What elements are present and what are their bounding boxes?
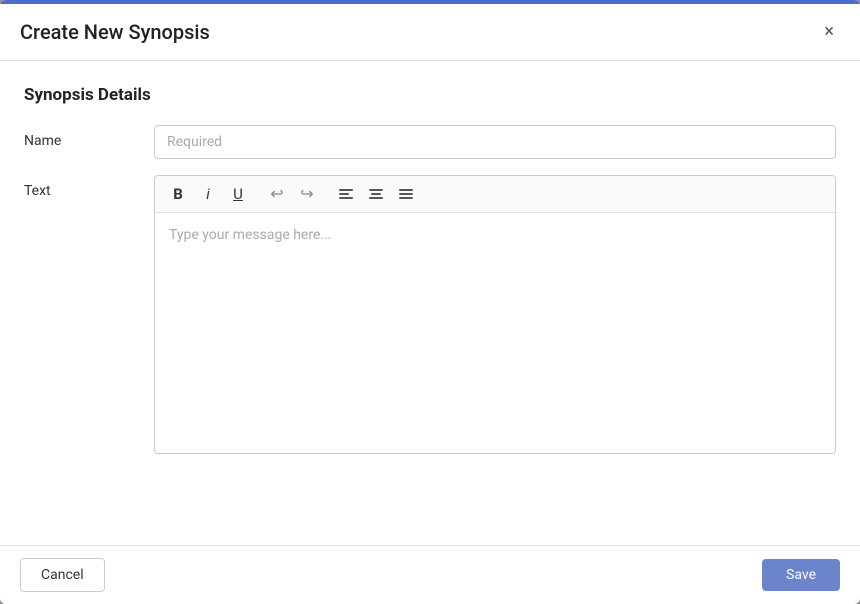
close-button[interactable]: × [818,21,840,43]
name-field-wrap [154,125,836,159]
editor-placeholder: Type your message here... [169,227,331,243]
bold-button[interactable]: B [165,183,191,206]
modal-title: Create New Synopsis [20,20,210,44]
text-label: Text [24,175,154,199]
text-row: Text B i U ↩ ↪ [24,175,836,454]
name-row: Name [24,125,836,159]
save-button[interactable]: Save [762,559,840,591]
rich-editor: B i U ↩ ↪ [154,175,836,454]
italic-button[interactable]: i [195,183,221,206]
section-title: Synopsis Details [24,85,836,105]
cancel-button[interactable]: Cancel [20,558,105,592]
align-justify-icon [399,189,413,199]
align-justify-button[interactable] [393,183,419,205]
modal-body: Synopsis Details Name Text B i [0,61,860,545]
editor-content[interactable]: Type your message here... [155,213,835,453]
align-left-button[interactable] [333,183,359,205]
editor-toolbar: B i U ↩ ↪ [155,176,835,213]
align-left-icon [339,189,353,199]
redo-button[interactable]: ↪ [294,182,320,206]
toolbar-separator-1 [257,185,258,203]
modal-footer: Cancel Save [0,545,860,604]
undo-button[interactable]: ↩ [264,182,290,206]
editor-wrap: B i U ↩ ↪ [154,175,836,454]
underline-button[interactable]: U [225,183,251,206]
modal-header: Create New Synopsis × [0,0,860,61]
modal-dialog: Create New Synopsis × Synopsis Details N… [0,0,860,604]
toolbar-separator-2 [326,185,327,203]
modal-overlay: Create New Synopsis × Synopsis Details N… [0,0,860,604]
align-center-button[interactable] [363,183,389,205]
name-label: Name [24,125,154,149]
align-center-icon [369,189,383,199]
name-input[interactable] [154,125,836,159]
